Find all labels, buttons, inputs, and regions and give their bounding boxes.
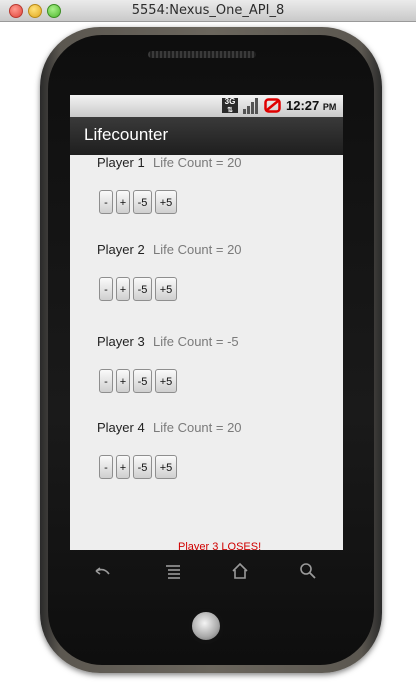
increment-5-button[interactable]: +5 xyxy=(155,190,177,214)
decrement-1-button[interactable]: - xyxy=(99,277,113,301)
phone-screen: 3G ⇅ 12:27 PM Lifecounter Player 1 Life … xyxy=(70,95,343,550)
clock: 12:27 PM xyxy=(286,98,336,113)
clock-time: 12:27 xyxy=(286,98,320,113)
menu-icon[interactable] xyxy=(163,561,183,581)
loss-message: Player 3 LOSES! xyxy=(178,541,262,550)
increment-5-button[interactable]: +5 xyxy=(155,455,177,479)
player-name: Player 3 xyxy=(97,334,145,349)
decrement-5-button[interactable]: -5 xyxy=(133,190,152,214)
decrement-5-button[interactable]: -5 xyxy=(133,369,152,393)
app-title: Lifecounter xyxy=(84,125,169,144)
clock-ampm: PM xyxy=(322,102,337,112)
increment-1-button[interactable]: + xyxy=(116,455,130,479)
home-icon[interactable] xyxy=(230,561,250,581)
increment-1-button[interactable]: + xyxy=(116,369,130,393)
back-icon[interactable] xyxy=(92,561,112,581)
increment-1-button[interactable]: + xyxy=(116,190,130,214)
decrement-1-button[interactable]: - xyxy=(99,190,113,214)
player-life-count: Life Count = 20 xyxy=(153,242,242,257)
decrement-5-button[interactable]: -5 xyxy=(133,277,152,301)
player-name: Player 1 xyxy=(97,155,145,170)
window-titlebar: 5554:Nexus_One_API_8 xyxy=(0,0,416,22)
android-nav-bar xyxy=(70,555,343,589)
player-list: Player 1 Life Count = 20 - + -5 +5 Playe… xyxy=(70,155,343,550)
increment-1-button[interactable]: + xyxy=(116,277,130,301)
network-label: 3G xyxy=(224,97,236,106)
decrement-1-button[interactable]: - xyxy=(99,455,113,479)
decrement-1-button[interactable]: - xyxy=(99,369,113,393)
phone-frame: 3G ⇅ 12:27 PM Lifecounter Player 1 Life … xyxy=(40,27,382,673)
app-title-bar: Lifecounter xyxy=(70,117,343,155)
signal-strength-icon xyxy=(243,98,258,114)
status-bar: 3G ⇅ 12:27 PM xyxy=(70,95,343,117)
no-sim-icon xyxy=(264,98,281,113)
increment-5-button[interactable]: +5 xyxy=(155,369,177,393)
window-title: 5554:Nexus_One_API_8 xyxy=(131,3,285,18)
network-3g-icon: 3G ⇅ xyxy=(222,97,238,114)
decrement-5-button[interactable]: -5 xyxy=(133,455,152,479)
player-life-count: Life Count = -5 xyxy=(153,334,239,349)
player-name: Player 4 xyxy=(97,420,145,435)
player-life-count: Life Count = 20 xyxy=(153,155,242,170)
search-icon[interactable] xyxy=(298,561,318,581)
earpiece-speaker xyxy=(148,51,256,58)
player-life-count: Life Count = 20 xyxy=(153,420,242,435)
increment-5-button[interactable]: +5 xyxy=(155,277,177,301)
trackball-button[interactable] xyxy=(188,608,224,644)
player-name: Player 2 xyxy=(97,242,145,257)
